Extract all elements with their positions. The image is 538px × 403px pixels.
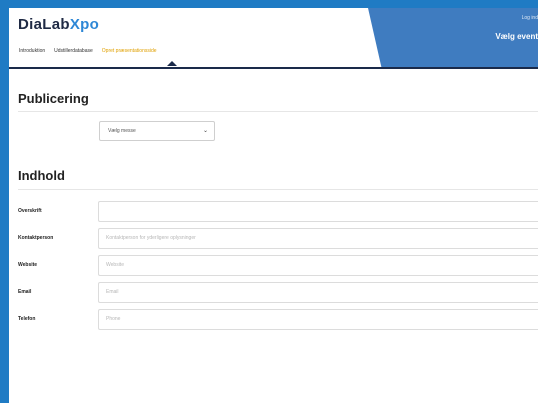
active-nav-marker xyxy=(167,61,177,66)
fair-select-value: Vælg messe xyxy=(108,128,136,134)
label-email: Email xyxy=(18,289,32,295)
logo-accent-text: Xpo xyxy=(69,16,100,33)
nav-item-udstillerdatabase[interactable]: Udstillerdatabase xyxy=(54,48,93,60)
nav-underline xyxy=(9,67,538,69)
section-title-publicering: Publicering xyxy=(18,91,89,106)
fair-select[interactable]: Vælg messe ⌄ xyxy=(99,121,215,141)
logo[interactable]: DiaLabXpo xyxy=(18,16,99,33)
label-telefon: Telefon xyxy=(18,316,36,322)
email-input[interactable]: Email xyxy=(98,282,538,303)
choose-event-link[interactable]: Vælg event xyxy=(495,32,538,41)
main-nav: Introduktion Udstillerdatabase Opret præ… xyxy=(19,48,157,60)
section-title-indhold: Indhold xyxy=(18,168,65,183)
page: DiaLabXpo Log ind Vælg event Introduktio… xyxy=(9,8,538,403)
login-link[interactable]: Log ind xyxy=(522,15,538,21)
section-divider xyxy=(18,111,538,112)
label-kontaktperson: Kontaktperson xyxy=(18,235,54,241)
header-band: Log ind Vælg event xyxy=(368,8,538,68)
phone-input[interactable]: Phone xyxy=(98,309,538,330)
logo-main-text: DiaLab xyxy=(18,16,70,33)
section-divider xyxy=(18,189,538,190)
label-website: Website xyxy=(18,262,38,268)
chevron-down-icon: ⌄ xyxy=(202,128,208,134)
nav-item-opret-praesentationsside[interactable]: Opret præsentationsside xyxy=(102,48,157,60)
headline-input[interactable] xyxy=(98,201,538,222)
nav-item-introduktion[interactable]: Introduktion xyxy=(19,48,45,60)
contact-person-input[interactable]: Kontaktperson for yderligere oplysninger xyxy=(98,228,538,249)
label-overskrift: Overskrift xyxy=(18,208,42,214)
website-input[interactable]: Website xyxy=(98,255,538,276)
site-header: DiaLabXpo Log ind Vælg event Introduktio… xyxy=(9,8,538,69)
